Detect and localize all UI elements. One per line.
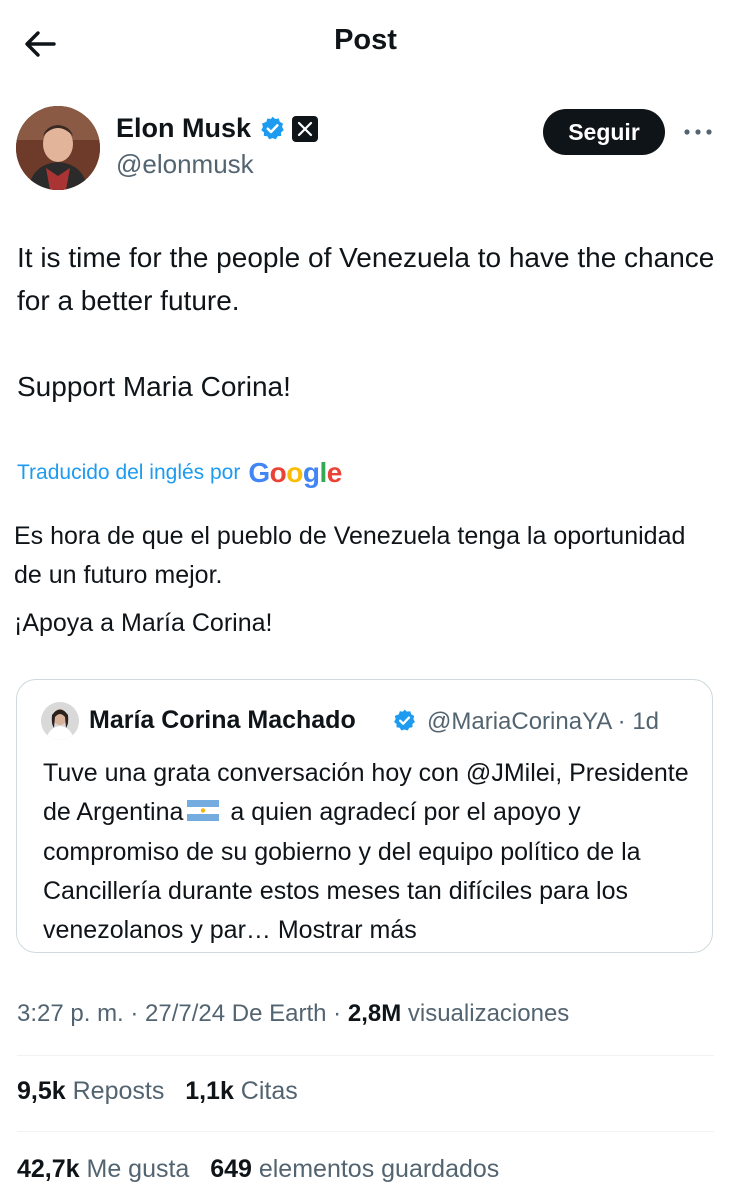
reposts-count: 9,5k bbox=[17, 1077, 66, 1105]
quoted-author-name: María Corina Machado bbox=[89, 706, 356, 734]
likes-count: 42,7k bbox=[17, 1155, 80, 1183]
verified-badge-icon bbox=[392, 708, 417, 733]
post-meta: 3:27 p. m. · 27/7/24 De Earth · 2,8M vis… bbox=[17, 1000, 569, 1028]
avatar[interactable] bbox=[16, 106, 100, 190]
bookmarks-label: elementos guardados bbox=[251, 1155, 500, 1183]
page-title: Post bbox=[334, 24, 397, 56]
quoted-handle-time: @MariaCorinaYA · 1d bbox=[427, 708, 660, 735]
quotes-count: 1,1k bbox=[185, 1077, 234, 1105]
bookmarks-stat[interactable]: 649 elementos guardados bbox=[210, 1155, 499, 1183]
bookmarks-count: 649 bbox=[210, 1155, 252, 1183]
quoted-text: Tuve una grata conversación hoy con @JMi… bbox=[43, 754, 703, 950]
verified-badge-icon bbox=[259, 115, 286, 142]
author-handle[interactable]: @elonmusk bbox=[116, 149, 254, 180]
reposts-quotes-row: 9,5k Reposts 1,1k Citas bbox=[17, 1077, 298, 1106]
x-affiliate-icon bbox=[292, 115, 319, 142]
likes-stat[interactable]: 42,7k Me gusta bbox=[17, 1155, 189, 1183]
divider bbox=[17, 1055, 714, 1056]
translated-label: Traducido del inglés por bbox=[17, 461, 241, 484]
follow-button[interactable]: Seguir bbox=[543, 109, 665, 155]
author-name[interactable]: Elon Musk bbox=[116, 113, 251, 144]
translation-paragraph: ¡Apoya a María Corina! bbox=[14, 609, 273, 637]
argentina-flag-icon bbox=[187, 794, 220, 833]
time-date-source: 3:27 p. m. · 27/7/24 De Earth · bbox=[17, 1000, 348, 1027]
quoted-tweet[interactable]: María Corina Machado @MariaCorinaYA · 1d… bbox=[16, 679, 713, 953]
author-name-row: Elon Musk bbox=[116, 113, 319, 144]
likes-bookmarks-row: 42,7k Me gusta 649 elementos guardados bbox=[17, 1155, 499, 1184]
translation-paragraph: Es hora de que el pueblo de Venezuela te… bbox=[14, 522, 686, 589]
views-label: visualizaciones bbox=[401, 1000, 570, 1027]
translation-attribution[interactable]: Traducido del inglés por Google bbox=[17, 457, 342, 489]
likes-label: Me gusta bbox=[79, 1155, 190, 1183]
translated-text: Es hora de que el pueblo de Venezuela te… bbox=[14, 517, 714, 643]
divider bbox=[17, 1131, 714, 1132]
tweet-paragraph: It is time for the people of Venezuela t… bbox=[17, 242, 715, 316]
reposts-label: Reposts bbox=[65, 1077, 165, 1105]
reposts-stat[interactable]: 9,5k Reposts bbox=[17, 1077, 164, 1105]
quotes-label: Citas bbox=[233, 1077, 298, 1105]
views-count: 2,8M bbox=[347, 1000, 402, 1027]
tweet-paragraph: Support Maria Corina! bbox=[17, 371, 291, 402]
quotes-stat[interactable]: 1,1k Citas bbox=[185, 1077, 298, 1105]
quoted-avatar bbox=[41, 702, 79, 740]
google-logo: Google bbox=[248, 457, 342, 488]
tweet-text: It is time for the people of Venezuela t… bbox=[17, 236, 717, 408]
show-more-link[interactable]: Mostrar más bbox=[278, 916, 417, 944]
more-options-icon[interactable] bbox=[682, 118, 714, 146]
